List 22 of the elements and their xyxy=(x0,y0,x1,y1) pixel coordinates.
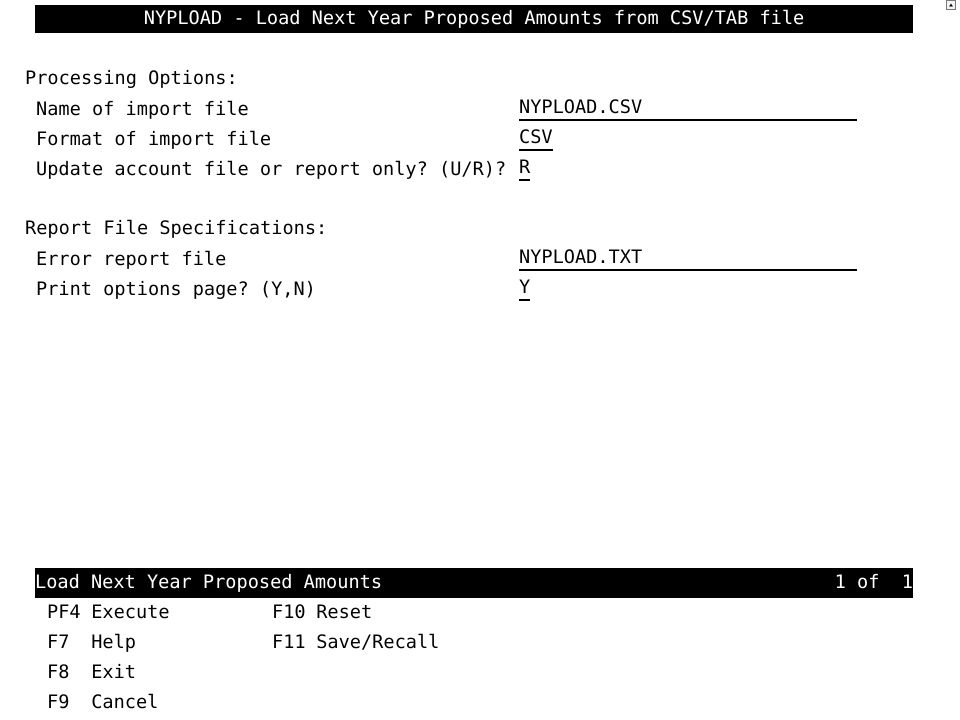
page-indicator: 1 of 1 xyxy=(834,571,913,595)
input-field[interactable]: NYPLOAD.TXT xyxy=(519,247,857,271)
function-key[interactable]: F8 Exit xyxy=(47,658,136,688)
input-field[interactable]: NYPLOAD.CSV xyxy=(519,97,857,121)
field-label: Format of import file xyxy=(36,128,272,150)
input-field[interactable]: Y xyxy=(519,277,530,301)
function-key[interactable]: F11 Save/Recall xyxy=(272,628,440,658)
field-label: Update account file or report only? (U/R)? xyxy=(36,158,506,180)
section-heading: Report File Specifications: xyxy=(25,217,328,241)
input-field[interactable]: R xyxy=(519,157,530,181)
function-key[interactable]: F7 Help xyxy=(47,628,136,658)
scroll-up-icon[interactable] xyxy=(946,0,956,10)
status-title: Load Next Year Proposed Amounts xyxy=(35,571,382,595)
field-label: Error report file xyxy=(36,248,226,270)
window-title: NYPLOAD - Load Next Year Proposed Amounts from CSV/TAB file xyxy=(35,5,913,33)
field-label: Print options page? (Y,N) xyxy=(36,278,316,300)
field-label: Name of import file xyxy=(36,98,249,120)
function-key[interactable]: PF4 Execute xyxy=(47,598,170,628)
input-field[interactable]: CSV xyxy=(519,127,553,151)
section-heading: Processing Options: xyxy=(25,67,238,91)
function-key[interactable]: F9 Cancel xyxy=(47,688,158,718)
function-key[interactable]: F10 Reset xyxy=(272,598,372,628)
